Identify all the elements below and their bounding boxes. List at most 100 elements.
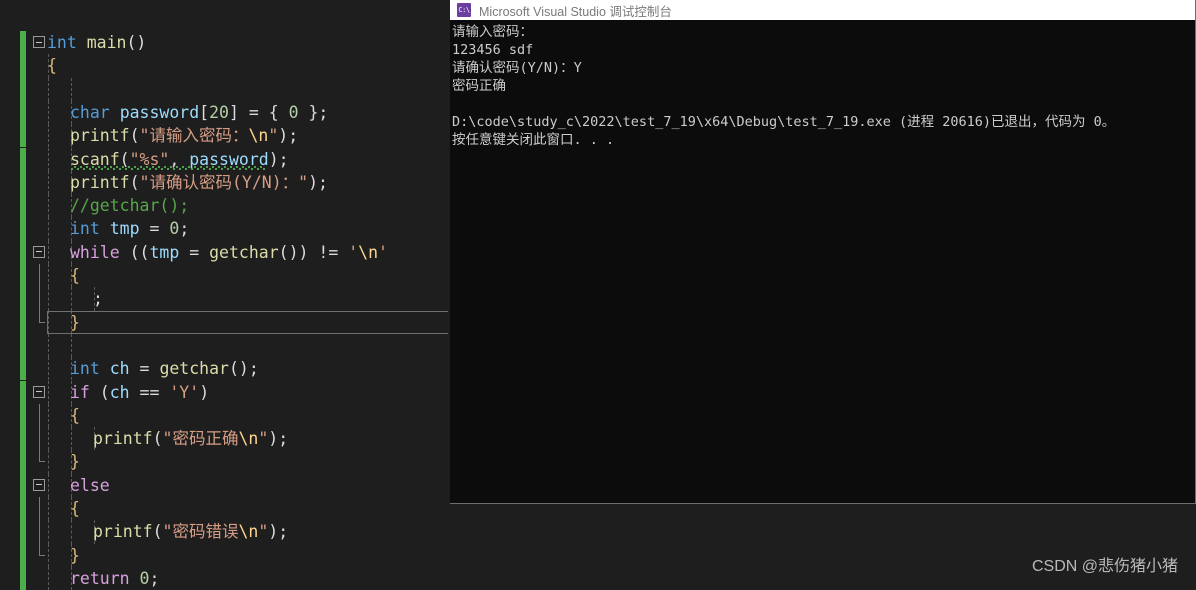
code-line[interactable]: { [0, 264, 450, 288]
console-output[interactable]: 请输入密码： 123456 sdf 请确认密码(Y/N)：Y 密码正确 D:\code… [450, 20, 1195, 149]
code-text[interactable]: int ch = getchar(); [70, 357, 259, 380]
change-bar [20, 124, 26, 148]
change-bar [20, 100, 26, 125]
code-text[interactable]: { [70, 404, 80, 427]
code-line[interactable]: int ch = getchar(); [0, 357, 450, 381]
indent-guide [47, 264, 49, 288]
code-token: \n [358, 242, 379, 262]
code-text[interactable]: } [70, 311, 80, 334]
code-line[interactable]: return 0; [0, 566, 450, 590]
code-line[interactable]: { [0, 54, 450, 78]
code-text[interactable]: char password[20] = { 0 }; [70, 101, 328, 124]
indent-guide [47, 333, 49, 358]
indent-guide [47, 543, 49, 567]
code-token: { [70, 266, 80, 285]
change-bar [20, 380, 26, 404]
code-line[interactable]: int tmp = 0; [0, 217, 450, 241]
indent-guide [47, 357, 49, 381]
code-token: char [70, 102, 110, 122]
console-line: 请确认密码(Y/N)：Y [452, 60, 582, 76]
indent-guide [70, 333, 72, 358]
code-text[interactable]: } [70, 544, 80, 567]
code-token: = [179, 242, 210, 262]
code-token: ()) != [278, 242, 349, 262]
code-line[interactable]: { [0, 497, 450, 521]
code-text[interactable]: ; [93, 287, 103, 310]
code-line[interactable]: { [0, 403, 450, 428]
console-line: D:\code\study_c\2022\test_7_19\x64\Debug… [452, 114, 1116, 130]
code-line[interactable] [0, 333, 450, 358]
code-line[interactable]: ; [0, 287, 450, 311]
change-bar [20, 450, 26, 474]
indent-guide [47, 100, 49, 125]
indent-guide [47, 497, 49, 521]
code-line[interactable]: //getchar(); [0, 194, 450, 218]
code-token: [ [199, 102, 210, 122]
code-text[interactable]: else [70, 474, 110, 497]
code-token: tmp [109, 219, 140, 239]
code-text[interactable]: if (ch == 'Y') [70, 381, 209, 404]
code-line[interactable]: while ((tmp = getchar()) != '\n' [0, 240, 450, 264]
code-token: } [70, 545, 80, 565]
code-line[interactable]: } [0, 310, 450, 334]
console-line: 按任意键关闭此窗口. . . [452, 132, 615, 148]
fold-collapse-icon[interactable] [33, 36, 45, 48]
code-text[interactable]: int main() [47, 31, 146, 54]
change-bar [20, 310, 26, 334]
code-line[interactable]: printf("请确认密码(Y/N)："); [0, 170, 450, 195]
code-line[interactable]: printf("密码错误\n"); [0, 520, 450, 544]
code-token: else [70, 475, 110, 495]
code-token: int [47, 33, 77, 52]
code-text[interactable]: printf("密码正确\n"); [93, 427, 288, 450]
code-token: { [47, 56, 57, 76]
code-text[interactable]: { [70, 497, 80, 520]
code-line[interactable]: scanf("%s", password); [0, 147, 450, 171]
indent-guide [47, 427, 49, 451]
indent-guide [70, 520, 72, 544]
change-bar [20, 543, 26, 567]
indent-guide [47, 217, 49, 241]
change-bar [20, 333, 26, 358]
code-text[interactable]: //getchar(); [70, 194, 189, 217]
code-token: tmp [149, 242, 180, 262]
code-line[interactable]: printf("密码正确\n"); [0, 427, 450, 451]
code-token: printf [93, 429, 153, 449]
code-line[interactable]: int main() [0, 31, 450, 55]
code-line[interactable]: } [0, 543, 450, 567]
code-line[interactable]: printf("请输入密码：\n"); [0, 124, 450, 148]
code-token: " [258, 429, 269, 449]
code-text[interactable]: return 0; [70, 567, 159, 590]
code-editor[interactable]: int main(){char password[20] = { 0 }; pri… [0, 0, 450, 590]
fold-guide-line [38, 427, 40, 451]
code-text[interactable]: } [70, 450, 80, 473]
code-text[interactable]: { [47, 54, 57, 77]
fold-collapse-icon[interactable] [33, 245, 45, 258]
fold-collapse-icon[interactable] [33, 478, 45, 491]
code-text[interactable]: { [70, 264, 80, 287]
code-line[interactable] [0, 77, 450, 101]
change-bar [20, 427, 26, 451]
code-token: printf [70, 172, 130, 192]
code-text[interactable]: printf("请输入密码：\n"); [70, 124, 298, 147]
code-line[interactable]: if (ch == 'Y') [0, 380, 450, 404]
fold-guide-line [38, 497, 40, 521]
indent-guide [47, 473, 49, 497]
console-titlebar[interactable]: C:\ Microsoft Visual Studio 调试控制台 [450, 0, 1195, 20]
code-token: printf [93, 522, 153, 542]
code-line[interactable]: else [0, 473, 450, 497]
code-token: while [70, 242, 120, 262]
fold-collapse-icon[interactable] [33, 385, 45, 398]
code-text[interactable]: while ((tmp = getchar()) != '\n' [70, 241, 388, 264]
code-token: if [70, 382, 90, 402]
code-text[interactable]: printf("密码错误\n"); [93, 520, 288, 543]
code-text[interactable]: int tmp = 0; [70, 217, 189, 240]
code-text[interactable]: printf("请确认密码(Y/N)："); [70, 171, 328, 194]
debug-console-window[interactable]: C:\ Microsoft Visual Studio 调试控制台 请输入密码：… [450, 0, 1196, 504]
code-line[interactable]: } [0, 450, 450, 474]
code-token: () [126, 33, 147, 52]
code-line[interactable]: char password[20] = { 0 }; [0, 100, 450, 125]
code-token: ; [149, 568, 160, 588]
indent-guide [47, 403, 49, 428]
code-token: ( [152, 522, 163, 542]
